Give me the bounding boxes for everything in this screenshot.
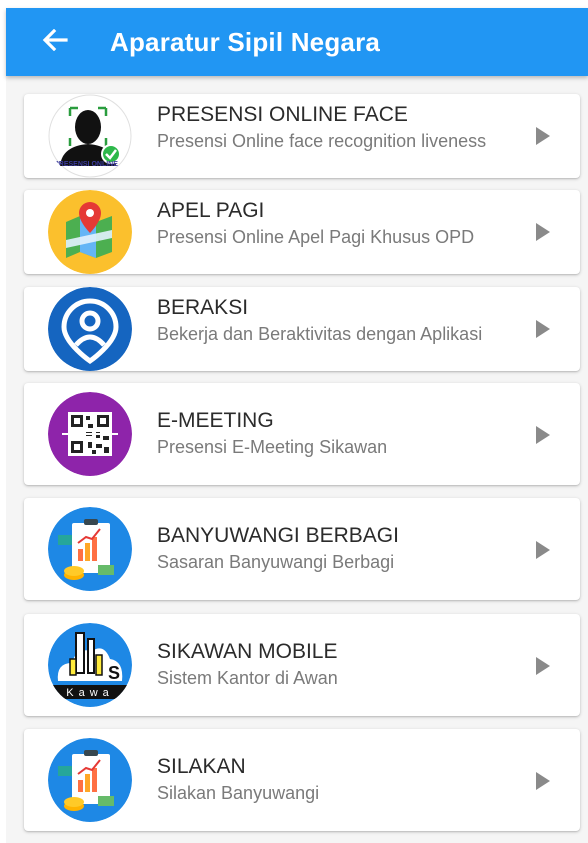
menu-item-subtitle: Bekerja dan Beraktivitas dengan Aplikasi: [157, 324, 483, 344]
menu-item-subtitle: Silakan Banyuwangi: [157, 783, 320, 803]
face-recognition-icon: PRESENSI ONLINE: [48, 94, 132, 178]
person-pin-icon: [48, 287, 132, 371]
menu-item-sikawan-mobile[interactable]: S Kawa SIKAWAN MOBILE Sistem Kantor di A…: [24, 614, 580, 716]
menu-item-silakan[interactable]: SILAKAN Silakan Banyuwangi: [24, 729, 580, 831]
chevron-right-icon: [536, 320, 550, 338]
menu-item-title: E-MEETING: [157, 409, 274, 432]
menu-item-beraksi[interactable]: BERAKSI Bekerja dan Beraktivitas dengan …: [24, 287, 580, 371]
menu-item-subtitle: Presensi E-Meeting Sikawan: [157, 437, 388, 457]
back-button[interactable]: [30, 14, 80, 70]
menu-item-title: SIKAWAN MOBILE: [157, 640, 338, 663]
menu-item-subtitle: Presensi Online face recognition livenes…: [157, 131, 487, 151]
menu-item-title: BANYUWANGI BERBAGI: [157, 524, 399, 547]
arrow-left-icon: [42, 28, 68, 56]
chevron-right-icon: [536, 127, 550, 145]
qr-code-icon: [48, 392, 132, 476]
page-title: Aparatur Sipil Negara: [110, 26, 381, 57]
report-chart-icon: [48, 738, 132, 822]
icon-caption: Kawa: [66, 687, 114, 699]
report-chart-icon: [48, 507, 132, 591]
chevron-right-icon: [536, 657, 550, 675]
menu-item-apel-pagi[interactable]: APEL PAGI Presensi Online Apel Pagi Khus…: [24, 190, 580, 274]
svg-text:S: S: [108, 663, 120, 683]
chevron-right-icon: [536, 223, 550, 241]
chevron-right-icon: [536, 541, 550, 559]
menu-item-title: SILAKAN: [157, 755, 246, 778]
app-bar: Aparatur Sipil Negara: [6, 8, 588, 76]
chevron-right-icon: [536, 772, 550, 790]
menu-item-e-meeting[interactable]: E-MEETING Presensi E-Meeting Sikawan: [24, 383, 580, 485]
chevron-right-icon: [536, 426, 550, 444]
menu-item-subtitle: Presensi Online Apel Pagi Khusus OPD: [157, 227, 475, 247]
menu-item-title: BERAKSI: [157, 296, 249, 319]
menu-item-title: APEL PAGI: [157, 199, 265, 222]
sikawan-logo-icon: S Kawa: [48, 623, 132, 707]
menu-item-banyuwangi-berbagi[interactable]: BANYUWANGI BERBAGI Sasaran Banyuwangi Be…: [24, 498, 580, 600]
icon-caption: PRESENSI ONLINE: [54, 161, 118, 168]
map-pin-icon: [48, 190, 132, 274]
menu-item-title: PRESENSI ONLINE FACE: [157, 103, 408, 126]
menu-item-subtitle: Sistem Kantor di Awan: [157, 668, 338, 688]
menu-item-presensi-online-face[interactable]: PRESENSI ONLINE PRESENSI ONLINE FACE Pre…: [24, 94, 580, 178]
menu-item-subtitle: Sasaran Banyuwangi Berbagi: [157, 552, 395, 572]
